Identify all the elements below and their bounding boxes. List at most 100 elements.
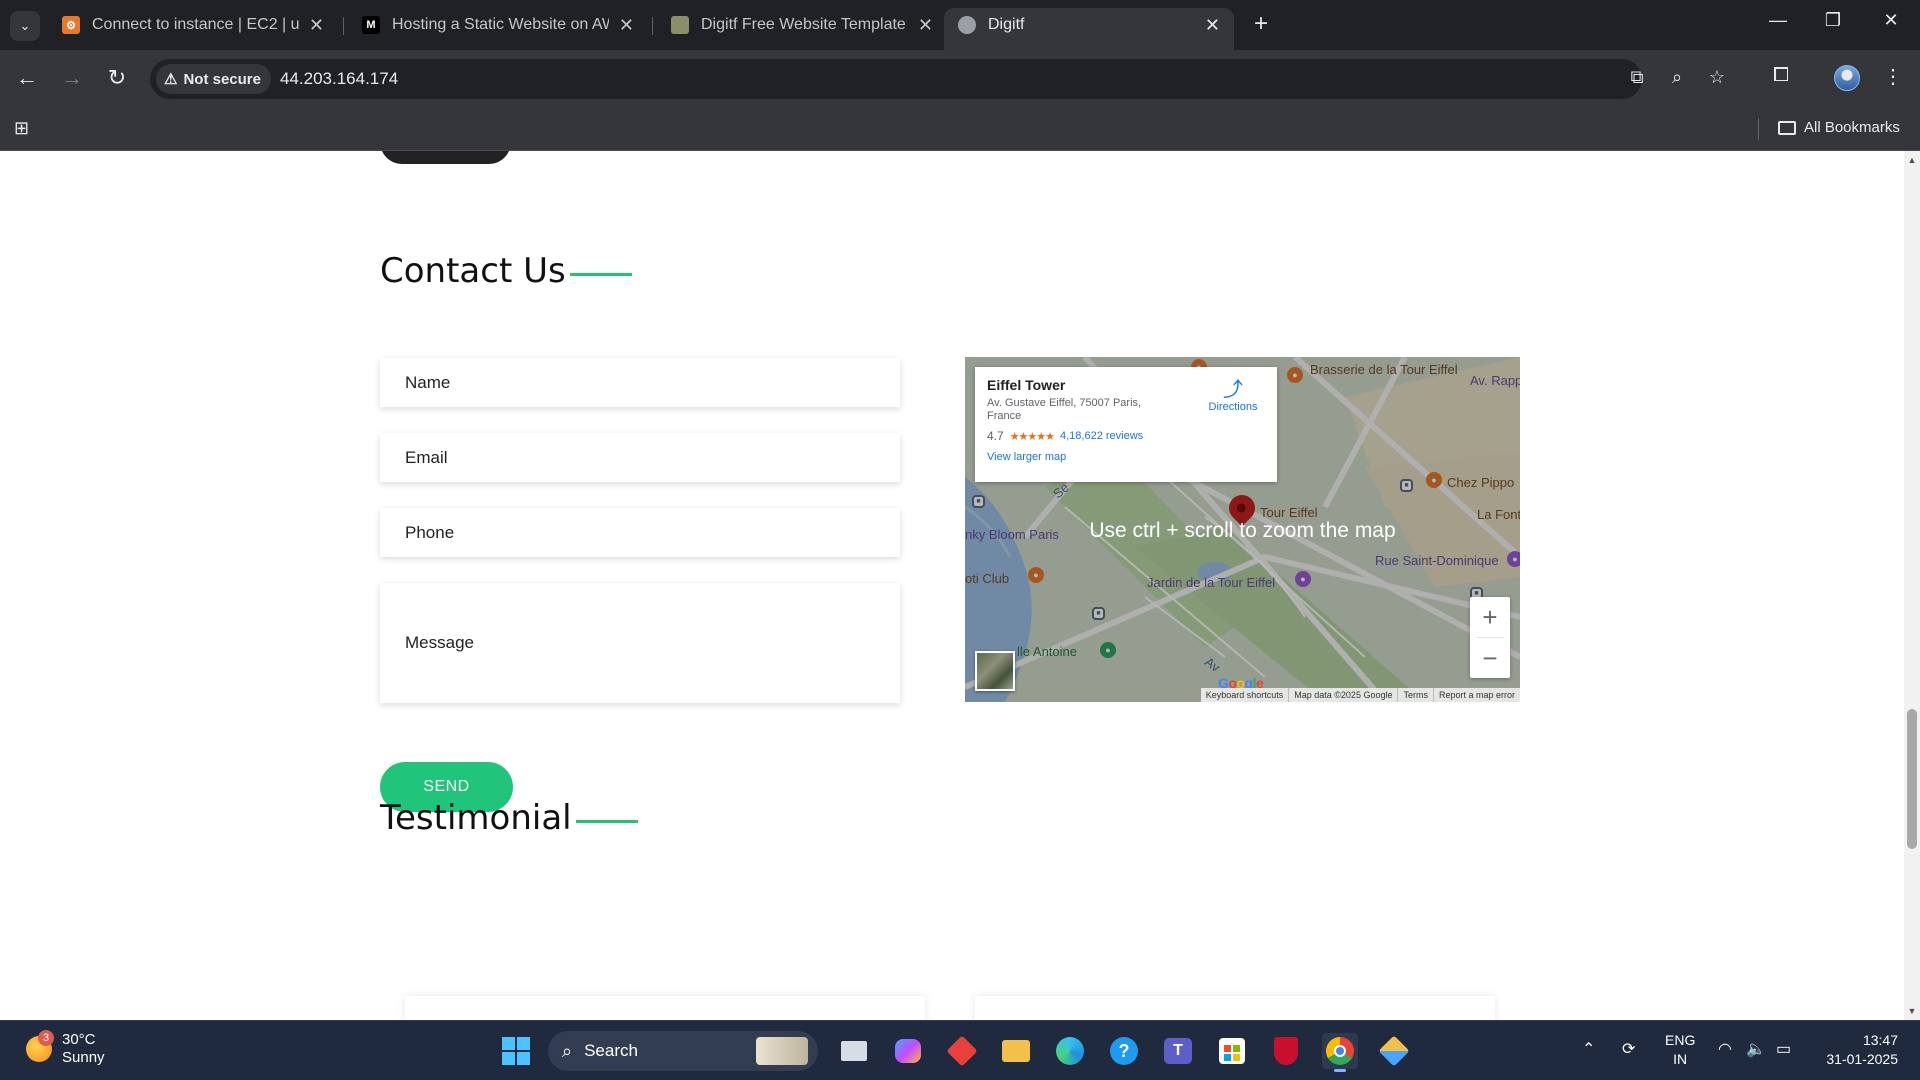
sync-icon[interactable]: ⟳ [1622,1039,1635,1059]
start-button[interactable] [498,1033,534,1069]
terms-link[interactable]: Terms [1397,688,1433,702]
task-view-button[interactable] [836,1033,872,1069]
tab-title: Digitf [988,16,1025,33]
clock-date: 31-01-2025 [1826,1051,1898,1067]
edge-button[interactable] [1052,1033,1088,1069]
globe-icon [958,16,976,34]
tab-medium[interactable]: M Hosting a Static Website on AW ✕ [348,8,648,42]
place-info-card: Eiffel Tower Av. Gustave Eiffel, 75007 P… [975,367,1277,482]
name-field[interactable]: Name [380,358,900,407]
reload-button[interactable]: ↻ [102,64,132,94]
windows-taskbar: 3 30°C Sunny ⌕ Search ? T ⌃ ⟳ ENG IN ◠ 🔈… [0,1020,1920,1080]
copilot-button[interactable] [890,1033,926,1069]
testimonial-title-text: Testimonial [380,798,572,838]
wifi-icon[interactable]: ◠ [1718,1039,1732,1059]
system-clock[interactable]: 13:47 31-01-2025 [1818,1031,1898,1069]
battery-icon[interactable]: ▭ [1776,1039,1791,1059]
apps-grid-icon[interactable]: ⊞ [14,118,34,138]
tab-search-button[interactable]: ⌄ [10,11,40,41]
map-zoom-controls: + − [1470,597,1510,678]
directions-button[interactable]: ⤴ Directions [1203,379,1263,413]
satellite-layer-toggle[interactable] [975,651,1015,691]
git-app-button[interactable] [1376,1033,1412,1069]
google-map-embed[interactable]: ● ● Brasserie de la Tour Eiffel Av. Rapp… [965,357,1520,702]
red-diamond-icon [946,1035,978,1067]
tab-digitf[interactable]: Digitf ✕ [944,8,1234,50]
reviews-link[interactable]: 4,18,622 reviews [1060,430,1143,442]
new-tab-button[interactable]: + [1246,10,1276,40]
message-field[interactable]: Message [380,583,900,703]
language-indicator[interactable]: ENG IN [1665,1031,1695,1069]
page-scrollbar[interactable]: ▲ ▼ [1904,151,1920,1020]
address-bar[interactable]: ⚠ Not secure 44.203.164.174 ⧉ ⌕ ☆ [150,59,1725,99]
close-tab-icon[interactable]: ✕ [309,15,324,36]
keyboard-shortcuts-link[interactable]: Keyboard shortcuts [1201,688,1289,702]
notification-badge: 3 [38,1030,54,1046]
store-button[interactable] [1214,1033,1250,1069]
forward-button[interactable]: → [57,64,87,94]
directions-label: Directions [1208,401,1258,413]
phone-field[interactable]: Phone [380,508,900,557]
scrollbar-thumb[interactable] [1907,709,1917,849]
translate-icon[interactable]: ⧉ [1624,67,1650,88]
taskbar-search[interactable]: ⌕ Search [548,1031,818,1071]
place-address: Av. Gustave Eiffel, 75007 Paris, France [987,397,1142,422]
close-tab-icon[interactable]: ✕ [918,15,933,36]
security-chip[interactable]: ⚠ Not secure [156,64,271,94]
app-red-diamond-button[interactable] [944,1033,980,1069]
search-label: Search [584,1041,638,1060]
close-tab-icon[interactable]: ✕ [619,15,634,36]
help-app-button[interactable]: ? [1106,1033,1142,1069]
tab-template[interactable]: Digitf Free Website Template | F ✕ [657,8,947,42]
map-data-text: Map data ©2025 Google [1288,688,1397,702]
map-attribution: Keyboard shortcuts Map data ©2025 Google… [1200,688,1520,702]
tab-title: Digitf Free Website Template | F [701,16,908,33]
zoom-icon[interactable]: ⌕ [1664,67,1690,88]
close-window-button[interactable]: ✕ [1871,10,1911,31]
testimonial-card [405,996,925,1020]
search-icon: ⌕ [562,1040,573,1061]
zoom-out-button[interactable]: − [1470,638,1510,678]
restore-button[interactable]: ❐ [1813,10,1853,31]
back-button[interactable]: ← [12,64,42,94]
arrow-right-icon: → [61,65,83,90]
chrome-icon [1326,1037,1354,1065]
teams-button[interactable]: T [1160,1033,1196,1069]
email-field[interactable]: Email [380,433,900,482]
clock-time: 13:47 [1862,1032,1898,1048]
extensions-icon[interactable]: ⧠ [1766,64,1796,87]
show-hidden-icons-chevron-icon[interactable]: ⌃ [1582,1039,1595,1059]
reload-icon: ↻ [107,65,127,90]
volume-icon[interactable]: 🔈 [1746,1039,1766,1059]
zoom-in-button[interactable]: + [1470,597,1510,637]
tab-title: Connect to instance | EC2 | us-e [92,16,299,33]
minimize-button[interactable]: — [1758,10,1798,31]
close-tab-icon[interactable]: ✕ [1205,15,1220,36]
tab-separator [652,17,653,35]
previous-section-button[interactable] [380,151,511,164]
mcafee-shield-icon [1274,1037,1298,1065]
url-text[interactable]: 44.203.164.174 [280,69,398,89]
profile-avatar[interactable] [1834,65,1860,91]
file-explorer-button[interactable] [998,1033,1034,1069]
phone-placeholder: Phone [405,522,455,542]
arrow-left-icon: ← [16,65,38,90]
view-larger-map-link[interactable]: View larger map [987,451,1265,463]
browser-toolbar: ← → ↻ ⚠ Not secure 44.203.164.174 ⧉ ⌕ ☆ … [0,50,1920,108]
chrome-button[interactable] [1322,1033,1358,1072]
help-icon: ? [1110,1037,1138,1065]
bookmark-star-icon[interactable]: ☆ [1704,67,1730,88]
mcafee-button[interactable] [1268,1033,1304,1069]
send-label: SEND [423,778,470,795]
title-accent-line [569,272,632,276]
message-placeholder: Message [405,633,474,652]
report-map-error-link[interactable]: Report a map error [1432,688,1520,702]
tab-ec2[interactable]: ⚙ Connect to instance | EC2 | us-e ✕ [48,8,338,42]
all-bookmarks-button[interactable]: All Bookmarks [1778,119,1900,136]
contact-title-text: Contact Us [380,251,566,291]
teams-icon: T [1164,1038,1192,1064]
scroll-up-icon[interactable]: ▲ [1907,155,1917,165]
weather-widget[interactable]: 3 30°C Sunny [26,1030,105,1067]
scroll-down-icon[interactable]: ▼ [1907,1006,1917,1016]
menu-icon[interactable]: ⋮ [1878,64,1908,89]
